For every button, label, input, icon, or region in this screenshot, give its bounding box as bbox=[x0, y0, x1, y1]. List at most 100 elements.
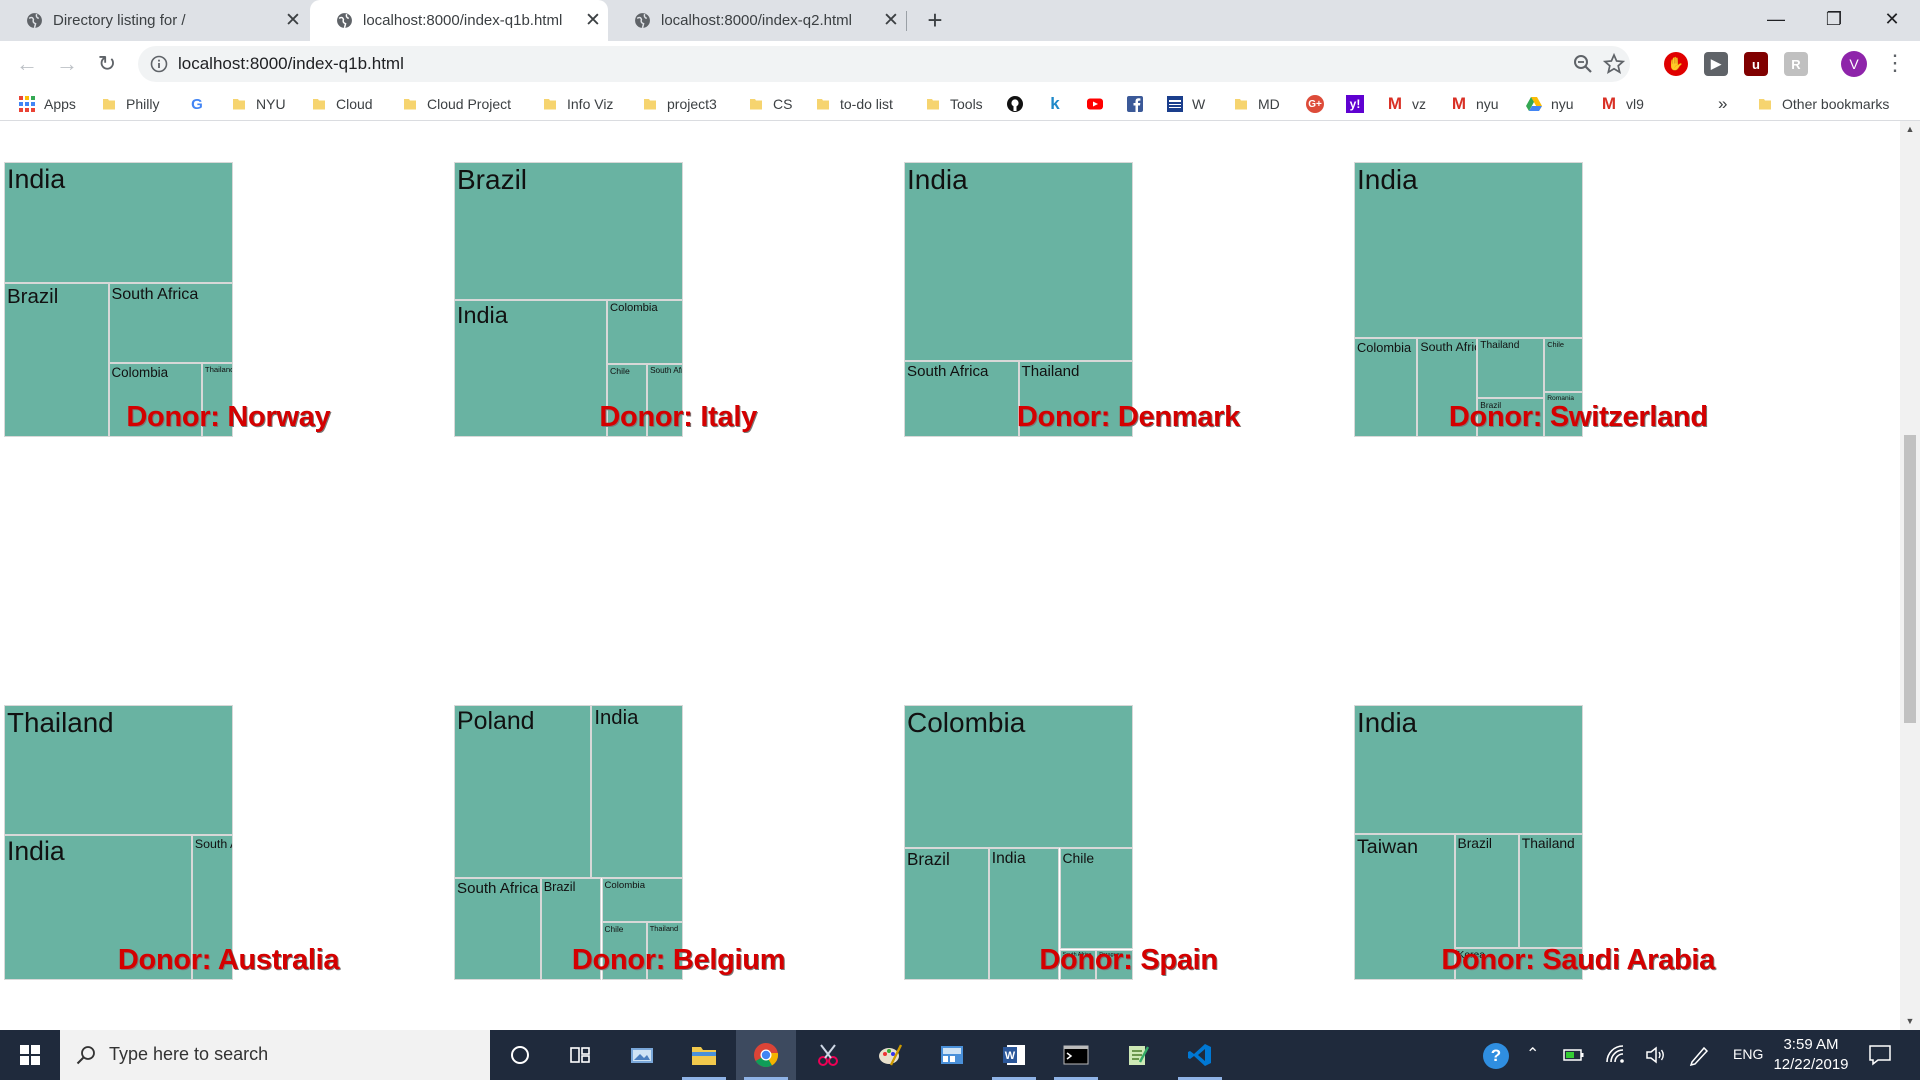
reload-button[interactable]: ↻ bbox=[92, 49, 122, 79]
volume-icon[interactable] bbox=[1645, 1045, 1667, 1065]
globe-icon bbox=[27, 13, 42, 29]
chevron-up-icon[interactable]: ⌃ bbox=[1526, 1044, 1539, 1064]
bookmark-gmail-vl9[interactable]: M vl9 bbox=[1600, 87, 1644, 121]
forward-button[interactable]: → bbox=[52, 49, 82, 79]
profile-avatar[interactable]: V bbox=[1841, 51, 1867, 77]
bookmark-yahoo[interactable]: y! bbox=[1346, 87, 1372, 121]
scroll-thumb[interactable] bbox=[1904, 435, 1916, 723]
taskbar-app-vscode[interactable] bbox=[1170, 1030, 1230, 1080]
bookmark-cloud-project[interactable]: Cloud Project bbox=[403, 87, 511, 121]
bookmark-facebook[interactable] bbox=[1126, 87, 1152, 121]
treemap-cell: Chile bbox=[1544, 337, 1583, 392]
treemap-cell: India bbox=[591, 705, 683, 879]
close-icon[interactable]: ✕ bbox=[278, 9, 308, 32]
bookmark-tools[interactable]: Tools bbox=[926, 87, 983, 121]
taskbar-app-paint[interactable] bbox=[860, 1030, 920, 1080]
scroll-up-arrow[interactable]: ▲ bbox=[1900, 121, 1920, 138]
khan-icon: k bbox=[1050, 94, 1060, 113]
taskbar-app-terminal[interactable] bbox=[1046, 1030, 1106, 1080]
taskbar-app-notepad[interactable] bbox=[1108, 1030, 1168, 1080]
tab-index-q1b[interactable]: localhost:8000/index-q1b.html ✕ bbox=[310, 0, 608, 41]
bookmark-label: NYU bbox=[256, 96, 286, 112]
taskbar-app-file-explorer[interactable] bbox=[674, 1030, 734, 1080]
bookmark-gmail-nyu[interactable]: M nyu bbox=[1450, 87, 1499, 121]
treemap-cell-label: India bbox=[1357, 707, 1418, 738]
star-icon[interactable] bbox=[1603, 53, 1625, 75]
treemap-cell-label: India bbox=[457, 301, 508, 328]
bookmark-google-plus[interactable]: G+ bbox=[1306, 87, 1332, 121]
info-icon[interactable] bbox=[150, 55, 168, 73]
treemap-cell-label: Brazil bbox=[907, 849, 950, 869]
bookmark-apps[interactable]: Apps bbox=[18, 87, 76, 121]
treemap-chart: India Taiwan Brazil Thailand Korea bbox=[1354, 705, 1583, 980]
gmail-icon: M bbox=[1451, 94, 1467, 113]
close-window-button[interactable]: ✕ bbox=[1863, 0, 1920, 41]
taskbar-clock[interactable]: 3:59 AM 12/22/2019 bbox=[1761, 1035, 1861, 1075]
scrollbar[interactable]: ▲ ▼ bbox=[1900, 121, 1920, 1030]
scroll-down-arrow[interactable]: ▼ bbox=[1900, 1013, 1920, 1030]
minimize-button[interactable]: — bbox=[1747, 0, 1805, 41]
bookmark-philly[interactable]: Philly bbox=[102, 87, 159, 121]
treemap-cell-label: Chile bbox=[1547, 339, 1565, 349]
bookmark-news[interactable]: W bbox=[1166, 87, 1205, 121]
battery-icon[interactable] bbox=[1563, 1046, 1585, 1064]
new-tab-button[interactable]: + bbox=[915, 6, 955, 36]
bookmark-label: CS bbox=[773, 96, 793, 112]
pen-icon[interactable] bbox=[1688, 1044, 1710, 1066]
bookmark-project3[interactable]: project3 bbox=[643, 87, 717, 121]
cortana-button[interactable] bbox=[490, 1030, 550, 1080]
svg-text:W: W bbox=[1005, 1050, 1016, 1062]
treemap-chart: Brazil India Colombia Chile South Africa bbox=[454, 162, 683, 437]
bookmark-khan[interactable]: k bbox=[1046, 87, 1072, 121]
taskbar-app-calculator[interactable] bbox=[922, 1030, 982, 1080]
help-icon[interactable]: ? bbox=[1483, 1043, 1509, 1069]
bookmark-google[interactable]: G bbox=[188, 87, 214, 121]
folder-icon bbox=[1235, 99, 1247, 110]
back-button[interactable]: ← bbox=[12, 49, 42, 79]
bookmark-label: to-do list bbox=[840, 96, 893, 112]
menu-icon[interactable]: ⋮ bbox=[1884, 50, 1906, 78]
bookmark-cloud[interactable]: Cloud bbox=[312, 87, 373, 121]
notifications-icon[interactable] bbox=[1868, 1044, 1892, 1066]
bookmark-to-do-list[interactable]: to-do list bbox=[816, 87, 893, 121]
bookmark-gmail-vz[interactable]: M vz bbox=[1386, 87, 1426, 121]
zoom-icon[interactable] bbox=[1572, 53, 1594, 75]
bookmark-md[interactable]: MD bbox=[1234, 87, 1280, 121]
task-view-button[interactable] bbox=[550, 1030, 610, 1080]
photos-app-icon bbox=[631, 1048, 653, 1063]
video-extension-icon[interactable]: ▶ bbox=[1704, 52, 1728, 76]
tab-directory-listing[interactable]: Directory listing for / ✕ bbox=[0, 0, 308, 41]
taskbar-app-snip[interactable] bbox=[798, 1030, 858, 1080]
treemap-cell-label: Colombia bbox=[111, 365, 169, 380]
bookmark-drive-nyu[interactable]: nyu bbox=[1525, 87, 1574, 121]
wifi-icon[interactable] bbox=[1605, 1044, 1627, 1066]
bookmark-github[interactable] bbox=[1006, 87, 1032, 121]
donor-title: Donor: Switzerland bbox=[1448, 401, 1708, 433]
treemap-chart: Colombia Brazil India Chile South Africa Para… bbox=[904, 705, 1133, 980]
bookmark-youtube[interactable] bbox=[1086, 87, 1112, 121]
tab-index-q2[interactable]: localhost:8000/index-q2.html ✕ bbox=[608, 0, 906, 41]
bookmark-info-viz[interactable]: Info Viz bbox=[543, 87, 613, 121]
restore-button[interactable]: ❐ bbox=[1805, 0, 1863, 41]
taskbar-app-chrome[interactable] bbox=[736, 1030, 796, 1080]
tab-title: Directory listing for / bbox=[53, 12, 186, 29]
bookmark-nyu[interactable]: NYU bbox=[232, 87, 286, 121]
start-button[interactable] bbox=[0, 1030, 60, 1080]
bookmarks-overflow-button[interactable]: » bbox=[1718, 87, 1727, 121]
bookmark-cs[interactable]: CS bbox=[749, 87, 792, 121]
bookmark-other-bookmarks[interactable]: Other bookmarks bbox=[1758, 87, 1889, 121]
language-indicator[interactable]: ENG bbox=[1733, 1046, 1763, 1062]
treemap-cell: Brazil bbox=[1454, 833, 1519, 949]
taskbar-app-photos[interactable] bbox=[612, 1030, 672, 1080]
google-icon: G bbox=[191, 95, 203, 113]
close-icon[interactable]: ✕ bbox=[578, 9, 608, 32]
ad-block-extension-icon[interactable]: ✋ bbox=[1664, 52, 1688, 76]
ublock-extension-icon[interactable]: u bbox=[1744, 52, 1768, 76]
search-icon bbox=[76, 1046, 95, 1065]
close-icon[interactable]: ✕ bbox=[876, 9, 906, 32]
taskbar-search-box[interactable]: Type here to search bbox=[60, 1030, 490, 1080]
address-bar[interactable]: localhost:8000/index-q1b.html bbox=[138, 46, 1630, 82]
treemap-cell-label: South Africa bbox=[111, 284, 199, 303]
extension-icon[interactable]: R bbox=[1784, 52, 1808, 76]
taskbar-app-word[interactable]: W bbox=[984, 1030, 1044, 1080]
